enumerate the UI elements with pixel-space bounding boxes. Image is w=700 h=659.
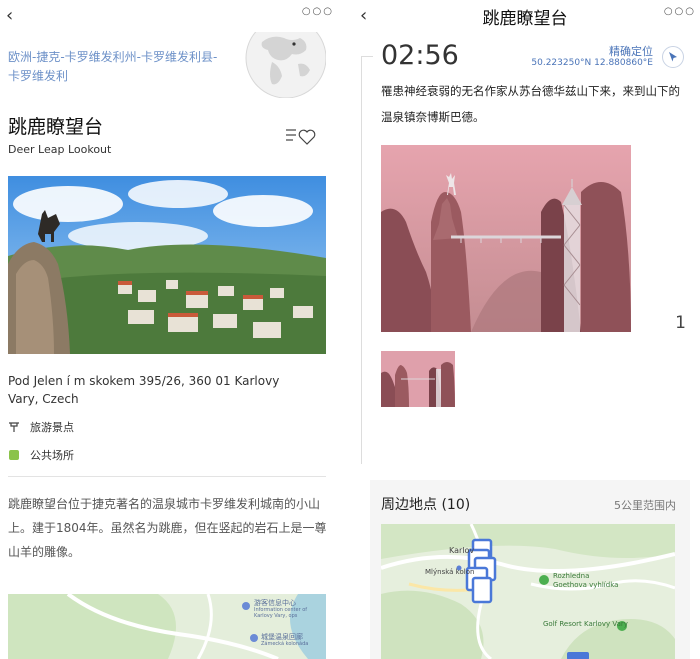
story-panel: ‹ 跳鹿瞭望台 ○○○ 02:56 精确定位 50.223250°N 12.88… xyxy=(350,0,700,659)
more-menu-icon[interactable]: ○○○ xyxy=(664,6,696,17)
category-row: 旅游景点 xyxy=(8,419,74,435)
map-town-label: Karlov xyxy=(449,546,475,555)
public-place-icon xyxy=(8,449,20,461)
map-poi-sublabel: Zámecká kolonáda xyxy=(261,641,309,647)
nearby-range: 5公里范围内 xyxy=(614,499,676,512)
nearby-map[interactable]: Karlov Mlýnská kolon Rozhledna Goethova … xyxy=(381,524,675,659)
story-text: 罹患神经衰弱的无名作家从苏台德华兹山下来，来到山下的温泉镇奈博斯巴德。 xyxy=(381,84,680,124)
globe-icon xyxy=(242,32,326,98)
tag-row: 公共场所 xyxy=(8,447,74,463)
timeline-line xyxy=(361,56,362,464)
divider xyxy=(8,476,326,477)
map-poi-label: Rozhledna xyxy=(553,572,590,580)
photo-thumbnail[interactable] xyxy=(381,351,455,407)
place-detail-panel: ‹ ○○○ 欧洲-捷克-卡罗维发利州-卡罗维发利县-卡罗维发利 跳鹿瞭望台 De… xyxy=(0,0,340,659)
place-subtitle: Deer Leap Lookout xyxy=(8,143,112,156)
map-poi-sublabel: Goethova vyhlídka xyxy=(553,581,619,589)
navigation-arrow-icon xyxy=(669,52,677,62)
page-title: 跳鹿瞭望台 xyxy=(482,9,568,29)
location-map[interactable]: 游客信息中心 Information center of Karlovy Var… xyxy=(8,594,326,659)
place-photo[interactable] xyxy=(8,176,326,354)
photo-count: 1 xyxy=(675,313,686,333)
top-bar: ‹ 跳鹿瞭望台 ○○○ xyxy=(350,0,700,30)
sightseeing-icon xyxy=(8,421,20,433)
back-button[interactable]: ‹ xyxy=(6,5,13,26)
precise-location-label[interactable]: 精确定位 xyxy=(609,43,653,59)
map-poi-label: Golf Resort Karlovy Vary xyxy=(543,620,628,628)
story-photo[interactable] xyxy=(381,145,631,332)
more-menu-icon[interactable]: ○○○ xyxy=(302,6,334,17)
map-poi-sublabel: Information center of Karlovy Vary, ops xyxy=(254,607,308,619)
map-street-label: Mlýnská kolon xyxy=(425,568,475,576)
nearby-title[interactable]: 周边地点 (10) xyxy=(381,494,470,514)
top-bar: ‹ ○○○ xyxy=(0,0,340,30)
place-description: 跳鹿瞭望台位于捷克著名的温泉城市卡罗维发利城南的小山上。建于1804年。虽然名为… xyxy=(8,497,327,559)
navigate-button[interactable] xyxy=(662,46,684,68)
place-address[interactable]: Pod Jelen í m skokem 395/26, 360 01 Karl… xyxy=(8,372,308,408)
add-to-list-icon[interactable] xyxy=(284,125,320,147)
place-title: 跳鹿瞭望台 xyxy=(8,116,104,138)
timeline-line xyxy=(361,56,373,57)
coordinates: 50.223250°N 12.880860°E xyxy=(531,58,653,68)
panel-divider xyxy=(340,0,350,659)
category-label: 旅游景点 xyxy=(30,421,74,434)
tag-label: 公共场所 xyxy=(30,449,74,462)
timestamp: 02:56 xyxy=(381,40,459,71)
location-breadcrumb[interactable]: 欧洲-捷克-卡罗维发利州-卡罗维发利县-卡罗维发利 xyxy=(8,48,223,86)
